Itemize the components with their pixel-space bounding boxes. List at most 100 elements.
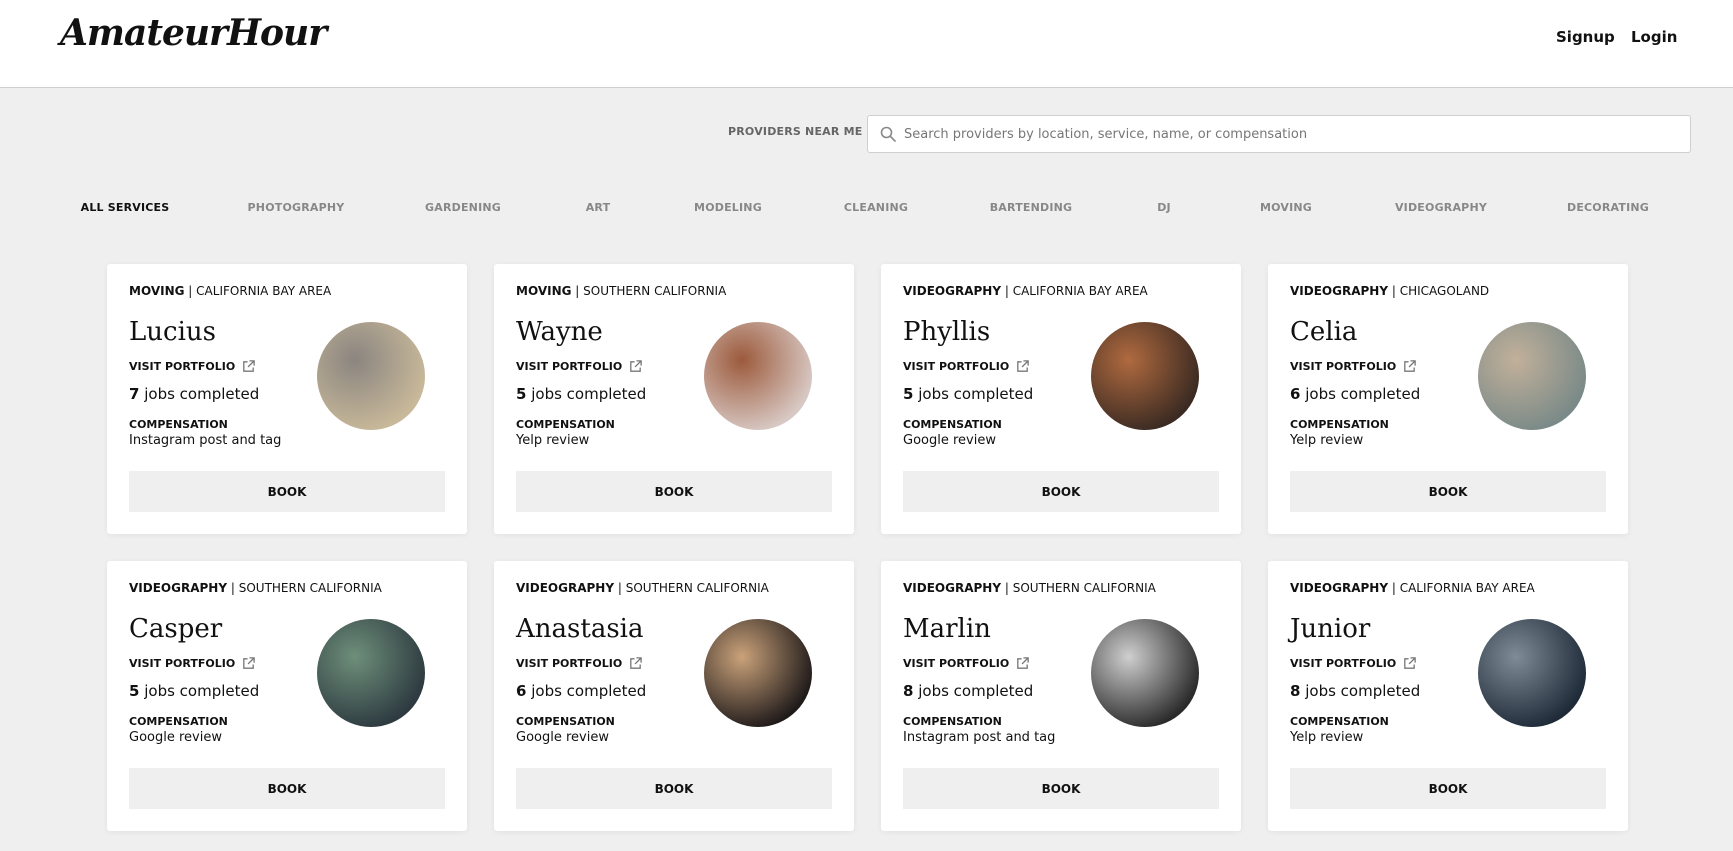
service-label: VIDEOGRAPHY: [903, 581, 1002, 595]
card-header: VIDEOGRAPHY | CALIFORNIA BAY AREA: [903, 284, 1148, 298]
provider-card: VIDEOGRAPHY | SOUTHERN CALIFORNIA Marlin V…: [881, 561, 1241, 831]
book-button[interactable]: BOOK: [903, 471, 1219, 512]
visit-portfolio-link[interactable]: VISIT PORTFOLIO: [903, 359, 1030, 374]
visit-portfolio-link[interactable]: VISIT PORTFOLIO: [903, 656, 1030, 671]
service-label: VIDEOGRAPHY: [1290, 284, 1389, 298]
external-link-icon: [1404, 657, 1416, 669]
search-icon: [880, 126, 896, 142]
compensation-label: COMPENSATION: [1290, 418, 1389, 431]
jobs-suffix: jobs completed: [918, 682, 1034, 700]
external-link-icon: [1017, 657, 1029, 669]
compensation-label: COMPENSATION: [516, 418, 615, 431]
category-tab[interactable]: MOVING: [1260, 201, 1312, 214]
jobs-suffix: jobs completed: [144, 385, 260, 403]
external-link-icon: [630, 657, 642, 669]
compensation-label: COMPENSATION: [129, 715, 228, 728]
search-input[interactable]: [904, 116, 1684, 152]
jobs-suffix: jobs completed: [1305, 682, 1421, 700]
provider-name: Wayne: [516, 317, 603, 347]
provider-photo: [317, 619, 425, 727]
card-header: VIDEOGRAPHY | SOUTHERN CALIFORNIA: [903, 581, 1156, 595]
provider-photo: [1478, 619, 1586, 727]
separator: |: [1004, 284, 1009, 298]
compensation-value: Google review: [516, 730, 609, 745]
logo[interactable]: AmateurHour: [60, 12, 327, 54]
visit-portfolio-label: VISIT PORTFOLIO: [903, 657, 1010, 670]
book-button[interactable]: BOOK: [903, 768, 1219, 809]
jobs-count: 6: [516, 682, 527, 700]
visit-portfolio-link[interactable]: VISIT PORTFOLIO: [516, 359, 643, 374]
card-header: VIDEOGRAPHY | CALIFORNIA BAY AREA: [1290, 581, 1535, 595]
category-tab[interactable]: DJ: [1157, 201, 1171, 214]
separator: |: [1004, 581, 1009, 595]
jobs-count: 7: [129, 385, 140, 403]
category-tab[interactable]: CLEANING: [844, 201, 908, 214]
visit-portfolio-label: VISIT PORTFOLIO: [516, 657, 623, 670]
provider-card: VIDEOGRAPHY | CALIFORNIA BAY AREA Phyllis…: [881, 264, 1241, 534]
jobs-suffix: jobs completed: [1305, 385, 1421, 403]
separator: |: [575, 284, 580, 298]
card-header: MOVING | CALIFORNIA BAY AREA: [129, 284, 331, 298]
visit-portfolio-label: VISIT PORTFOLIO: [903, 360, 1010, 373]
provider-name: Casper: [129, 614, 223, 644]
jobs-count: 8: [903, 682, 914, 700]
search-box[interactable]: [867, 115, 1691, 153]
jobs-completed: 8 jobs completed: [903, 682, 1033, 700]
compensation-label: COMPENSATION: [903, 715, 1002, 728]
visit-portfolio-link[interactable]: VISIT PORTFOLIO: [1290, 656, 1417, 671]
provider-photo: [317, 322, 425, 430]
book-button[interactable]: BOOK: [516, 471, 832, 512]
visit-portfolio-label: VISIT PORTFOLIO: [129, 657, 236, 670]
category-tab[interactable]: MODELING: [694, 201, 762, 214]
region-label: CALIFORNIA BAY AREA: [1012, 284, 1148, 298]
provider-card: VIDEOGRAPHY | CALIFORNIA BAY AREA Junior V…: [1268, 561, 1628, 831]
jobs-completed: 6 jobs completed: [1290, 385, 1420, 403]
jobs-count: 5: [903, 385, 914, 403]
separator: |: [1391, 284, 1396, 298]
visit-portfolio-link[interactable]: VISIT PORTFOLIO: [129, 656, 256, 671]
compensation-label: COMPENSATION: [516, 715, 615, 728]
provider-name: Lucius: [129, 317, 216, 347]
external-link-icon: [243, 657, 255, 669]
book-button[interactable]: BOOK: [1290, 768, 1606, 809]
card-header: VIDEOGRAPHY | CHICAGOLAND: [1290, 284, 1489, 298]
book-button[interactable]: BOOK: [129, 471, 445, 512]
visit-portfolio-label: VISIT PORTFOLIO: [129, 360, 236, 373]
service-label: VIDEOGRAPHY: [903, 284, 1002, 298]
category-tab[interactable]: DECORATING: [1567, 201, 1649, 214]
region-label: CHICAGOLAND: [1399, 284, 1490, 298]
provider-photo: [704, 322, 812, 430]
service-label: VIDEOGRAPHY: [516, 581, 615, 595]
jobs-completed: 8 jobs completed: [1290, 682, 1420, 700]
external-link-icon: [243, 360, 255, 372]
service-label: MOVING: [516, 284, 572, 298]
visit-portfolio-link[interactable]: VISIT PORTFOLIO: [129, 359, 256, 374]
book-button[interactable]: BOOK: [129, 768, 445, 809]
compensation-value: Instagram post and tag: [129, 433, 282, 448]
separator: |: [188, 284, 193, 298]
visit-portfolio-link[interactable]: VISIT PORTFOLIO: [516, 656, 643, 671]
category-tab[interactable]: ART: [586, 201, 611, 214]
card-header: VIDEOGRAPHY | SOUTHERN CALIFORNIA: [129, 581, 382, 595]
jobs-count: 5: [129, 682, 140, 700]
region-label: SOUTHERN CALIFORNIA: [625, 581, 769, 595]
category-tab[interactable]: BARTENDING: [990, 201, 1073, 214]
category-tab[interactable]: VIDEOGRAPHY: [1395, 201, 1487, 214]
category-tab[interactable]: PHOTOGRAPHY: [248, 201, 345, 214]
compensation-value: Google review: [129, 730, 222, 745]
provider-card: VIDEOGRAPHY | SOUTHERN CALIFORNIA Casper V…: [107, 561, 467, 831]
provider-photo: [1091, 619, 1199, 727]
signup-link[interactable]: Signup: [1556, 28, 1615, 46]
compensation-label: COMPENSATION: [1290, 715, 1389, 728]
providers-near-me-label: PROVIDERS NEAR ME: [728, 125, 863, 138]
compensation-value: Yelp review: [516, 433, 590, 448]
category-tab[interactable]: ALL SERVICES: [81, 201, 170, 214]
visit-portfolio-link[interactable]: VISIT PORTFOLIO: [1290, 359, 1417, 374]
provider-card: MOVING | SOUTHERN CALIFORNIA Wayne VISIT P…: [494, 264, 854, 534]
book-button[interactable]: BOOK: [1290, 471, 1606, 512]
category-tab[interactable]: GARDENING: [425, 201, 501, 214]
login-link[interactable]: Login: [1631, 28, 1677, 46]
card-header: VIDEOGRAPHY | SOUTHERN CALIFORNIA: [516, 581, 769, 595]
provider-name: Junior: [1290, 614, 1371, 644]
book-button[interactable]: BOOK: [516, 768, 832, 809]
